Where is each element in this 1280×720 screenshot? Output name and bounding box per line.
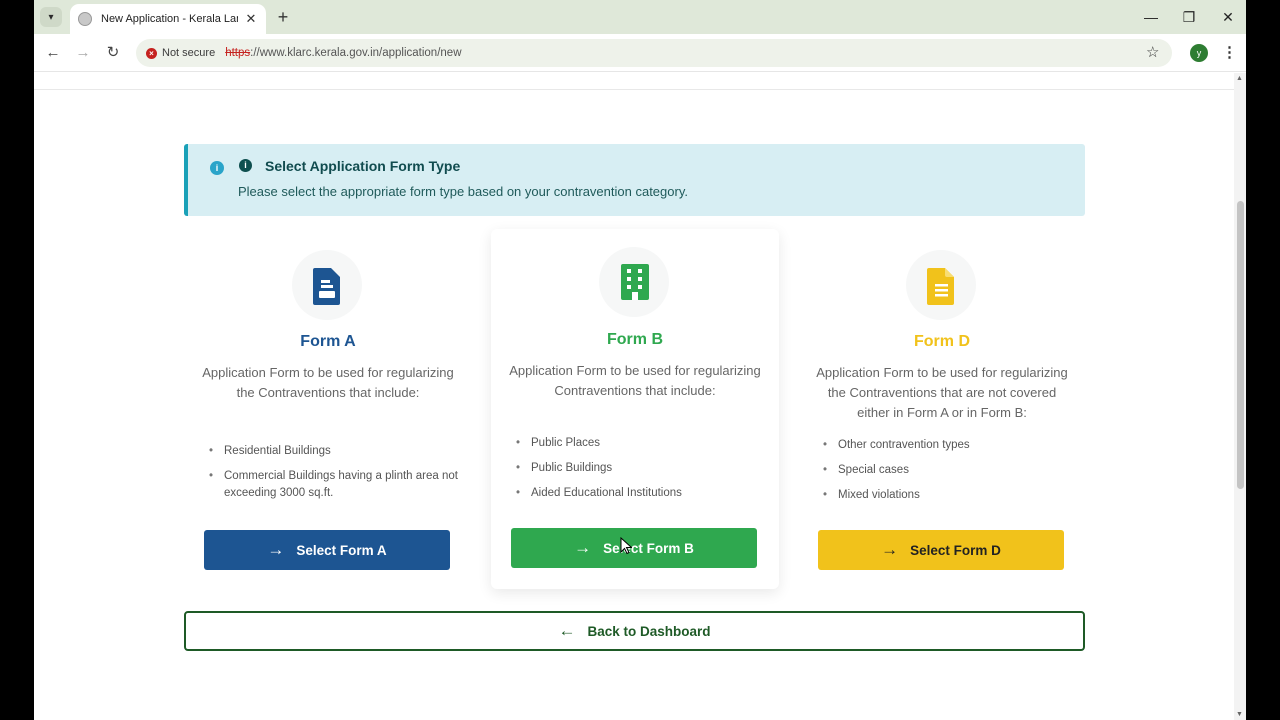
arrow-left-icon: ←: [558, 621, 576, 640]
list-item: Public Places: [516, 435, 771, 452]
url-text: https://www.klarc.kerala.gov.in/applicat…: [225, 47, 462, 59]
info-alert: i i Select Application Form Type Please …: [184, 144, 1085, 216]
browser-toolbar: ← → ↻ × Not secure https://www.klarc.ker…: [34, 34, 1246, 72]
back-to-dashboard-label: Back to Dashboard: [587, 623, 711, 639]
mouse-cursor-icon: [620, 537, 632, 555]
list-item: Residential Buildings: [209, 443, 464, 460]
warning-icon: ×: [146, 47, 157, 59]
minimize-icon[interactable]: —: [1136, 6, 1166, 28]
alert-text: Please select the appropriate form type …: [238, 184, 688, 199]
alert-title: Select Application Form Type: [265, 158, 461, 174]
back-arrow-icon[interactable]: ←: [42, 42, 64, 64]
list-item: Commercial Buildings having a plinth are…: [209, 468, 464, 502]
form-a-description: Application Form to be used for regular­…: [202, 365, 454, 400]
select-form-d-button[interactable]: → Select Form D: [818, 530, 1064, 570]
list-item: Public Buildings: [516, 460, 771, 477]
new-tab-icon[interactable]: +: [272, 6, 294, 28]
arrow-right-icon: →: [267, 540, 285, 559]
form-b-description: Application Form to be used for regular­…: [509, 363, 761, 398]
kerala-emblem-favicon-icon: [78, 12, 92, 26]
select-form-a-label: Select Form A: [296, 542, 387, 558]
form-a-list: Residential Buildings Commercial Buildin…: [209, 443, 464, 510]
form-a-icon-circle: [292, 250, 362, 320]
more-menu-icon[interactable]: ⋮: [1222, 43, 1237, 61]
list-item: Other contravention types: [823, 437, 1078, 454]
form-d-card: Form D Application Form to be used for r…: [798, 233, 1086, 593]
header-divider: [34, 89, 1234, 90]
tab-bar: ▾ New Application - Kerala Land ✕ + — ❐ …: [34, 0, 1246, 34]
list-item: Mixed violations: [823, 487, 1078, 504]
security-chip[interactable]: × Not secure: [146, 47, 225, 59]
page-content: i i Select Application Form Type Please …: [34, 73, 1234, 720]
select-form-b-label: Select Form B: [603, 540, 694, 556]
address-bar[interactable]: × Not secure https://www.klarc.kerala.go…: [136, 39, 1172, 67]
form-d-list: Other contravention types Special cases …: [823, 437, 1078, 512]
window-close-icon[interactable]: ✕: [1213, 6, 1243, 28]
form-d-description: Application Form to be used for regular­…: [816, 365, 1068, 420]
tab-close-icon[interactable]: ✕: [244, 11, 258, 27]
form-d-title: Form D: [914, 333, 970, 350]
scroll-down-icon[interactable]: ▼: [1236, 711, 1243, 718]
tab-search-icon[interactable]: ▾: [40, 7, 62, 27]
back-to-dashboard-button[interactable]: ← Back to Dashboard: [184, 611, 1085, 651]
scroll-up-icon[interactable]: ▲: [1236, 75, 1243, 82]
form-a-card: Form A Application Form to be used for r…: [184, 233, 472, 593]
tab-active[interactable]: New Application - Kerala Land ✕: [70, 4, 266, 34]
form-b-card: Form B Application Form to be used for r…: [491, 229, 779, 589]
info-icon: i: [210, 161, 224, 175]
arrow-right-icon: →: [574, 538, 592, 557]
scroll-thumb[interactable]: [1237, 201, 1244, 489]
form-b-title: Form B: [607, 331, 663, 348]
select-form-b-button[interactable]: → Select Form B: [511, 528, 757, 568]
info-circle-icon: i: [239, 159, 252, 172]
select-form-a-button[interactable]: → Select Form A: [204, 530, 450, 570]
list-item: Aided Educational Institutions: [516, 485, 771, 502]
browser-window: ▾ New Application - Kerala Land ✕ + — ❐ …: [34, 0, 1246, 720]
page-scrollbar[interactable]: ▲ ▼: [1234, 73, 1246, 720]
building-icon: [621, 264, 649, 300]
forward-arrow-icon[interactable]: →: [72, 42, 94, 64]
form-a-title: Form A: [300, 333, 356, 350]
restore-icon[interactable]: ❐: [1174, 6, 1204, 28]
profile-avatar[interactable]: y: [1190, 44, 1208, 62]
bookmark-star-icon[interactable]: ☆: [1146, 43, 1159, 61]
select-form-d-label: Select Form D: [910, 542, 1001, 558]
form-d-icon-circle: [906, 250, 976, 320]
file-lines-icon: [927, 268, 954, 305]
form-b-list: Public Places Public Buildings Aided Edu…: [516, 435, 771, 510]
form-b-icon-circle: [599, 247, 669, 317]
list-item: Special cases: [823, 462, 1078, 479]
arrow-right-icon: →: [881, 540, 899, 559]
document-icon: [313, 268, 340, 305]
reload-icon[interactable]: ↻: [102, 42, 124, 64]
security-label: Not secure: [162, 47, 216, 59]
tab-title: New Application - Kerala Land: [101, 13, 238, 25]
